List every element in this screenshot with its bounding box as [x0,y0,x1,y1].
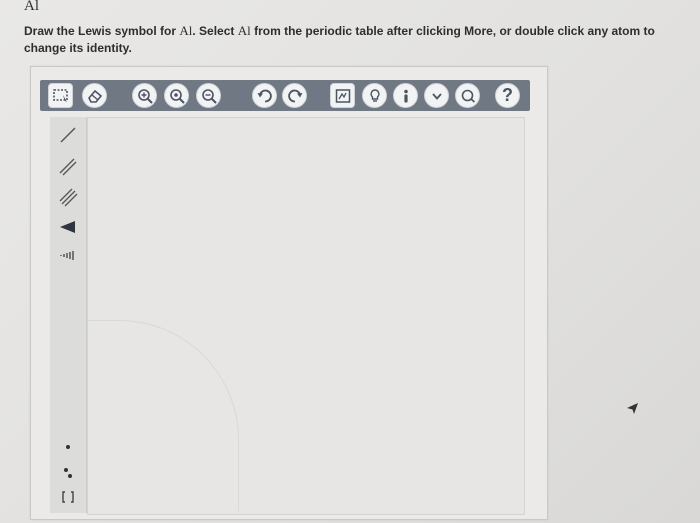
hash-bond-icon [60,251,74,260]
redo-icon [287,89,302,102]
triple-bond-button[interactable] [54,183,82,211]
radical-icon [66,445,70,449]
wedge-bond-button[interactable] [54,213,82,241]
zoom-fit-icon [169,88,185,104]
undo-button[interactable] [252,83,277,108]
hash-bond-button[interactable] [54,241,82,269]
triple-bond-icon [59,188,78,207]
zoom-out-icon [201,88,217,104]
brackets-icon [62,491,74,503]
bond-tool-sidebar [50,117,87,513]
zoom-in-button[interactable] [132,83,157,108]
undo-icon [257,89,272,102]
help-icon: ? [502,85,513,105]
hint-button[interactable] [362,83,387,108]
zoom-out-button[interactable] [196,83,221,108]
mouse-cursor-icon [627,403,638,414]
double-bond-button[interactable] [54,153,82,181]
instruction-text-2: . Select [192,24,238,38]
search-icon [461,89,475,103]
templates-button[interactable] [330,83,355,108]
drawing-canvas[interactable] [87,117,525,515]
drawing-toolbar: ? [40,80,530,111]
select-tool-button[interactable] [48,83,73,108]
info-button[interactable] [393,83,418,108]
single-bond-button[interactable] [54,121,82,149]
single-bond-icon [60,127,76,143]
zoom-in-icon [137,88,153,104]
lone-pair-icon [64,468,72,478]
double-bond-icon [59,158,77,176]
eraser-button[interactable] [82,83,107,108]
instruction-text-1: Draw the Lewis symbol for [24,24,180,38]
more-dropdown-button[interactable] [424,83,449,108]
select-icon [52,88,68,102]
brackets-button[interactable] [54,483,82,511]
radical-button[interactable] [54,433,82,461]
search-button[interactable] [455,83,480,108]
question-instructions: Draw the Lewis symbol for Al. Select Al … [24,22,684,57]
question-heading: Al [24,0,39,14]
element-symbol-select: Al [237,23,251,38]
redo-button[interactable] [282,83,307,108]
zoom-fit-button[interactable] [164,83,189,108]
wedge-bond-icon [60,221,75,233]
element-symbol: Al [179,23,193,38]
lightbulb-icon [369,88,380,102]
chevron-down-icon [431,92,442,100]
templates-icon [335,88,350,103]
help-button[interactable]: ? [495,83,520,108]
info-icon [403,89,408,102]
eraser-icon [87,89,102,103]
